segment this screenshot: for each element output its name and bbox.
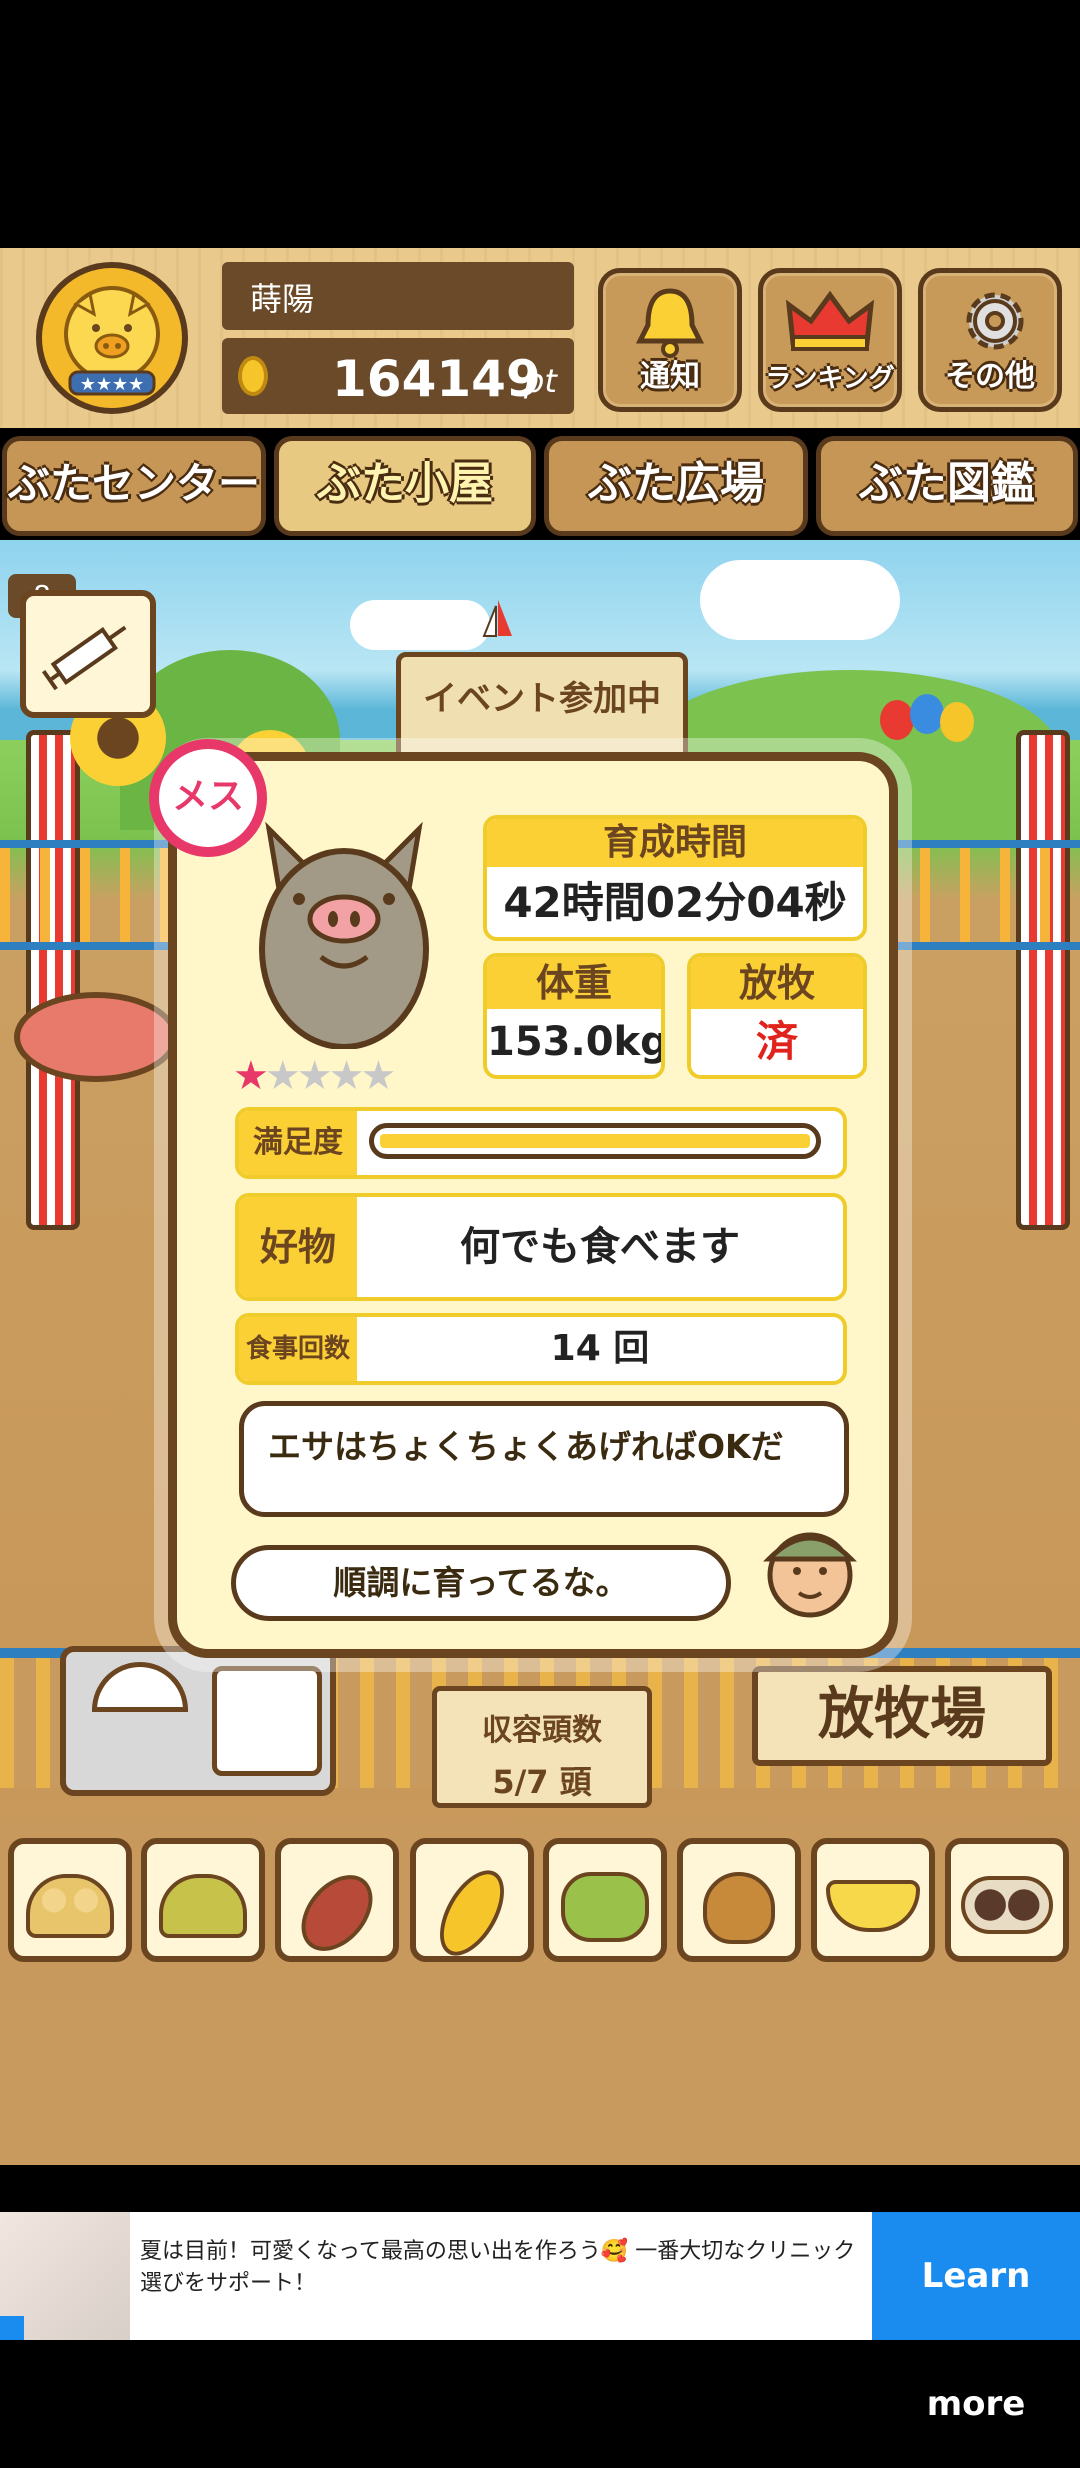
balloon [940,702,974,742]
food-slot[interactable] [8,1838,132,1962]
ad-text: 夏は目前！可愛くなって最高の思い出を作ろう🥰 一番大切なクリニック選びをサポート… [140,2239,856,2296]
weight-box: 体重 153.0kg [483,953,665,1079]
pig-portrait-icon [259,821,429,1049]
farmer-reply-bubble: 順調に育ってるな。 [231,1545,731,1621]
corn-icon [426,1859,518,1967]
satisfaction-gauge-fill [380,1134,810,1148]
acorn-icon [703,1872,775,1944]
fan-icon [212,1666,322,1776]
event-sign-label: イベント参加中 [423,679,661,719]
capacity-value: 5/7 頭 [492,1763,592,1801]
striped-pole [1016,730,1070,1230]
crown-icon [785,290,875,351]
pig-status-panel: メス ★★★★★ 育成時間 42時間02分04秒 体重 153.0kg 放牧 済… [149,739,898,1658]
growth-time-box: 育成時間 42時間02分04秒 [483,815,867,941]
capacity-label: 収容頭数 [482,1713,602,1748]
gender-label: メス [171,776,244,817]
tab-buta-center[interactable]: ぶたセンター [2,436,266,536]
farmer-comment-bubble: エサはちょくちょくあげればOKだ [239,1401,849,1517]
farmer-comment-1: エサはちょくちょくあげればOKだ [268,1427,784,1466]
capacity-sign: 収容頭数 5/7 頭 [432,1686,652,1808]
ad-banner[interactable]: 夏は目前！可愛くなって最高の思い出を作ろう🥰 一番大切なクリニック選びをサポート… [0,2212,1080,2424]
striped-pole [26,730,80,1230]
grazing-value: 済 [755,1017,798,1066]
mixed-grain-icon [159,1874,247,1938]
favorite-value: 何でも食べます [460,1224,740,1270]
settings-button[interactable]: その他 [918,268,1062,412]
player-name-plate: 蒔陽 [222,262,574,330]
tab-buta-hut[interactable]: ぶた小屋 [274,436,536,536]
tab-buta-plaza[interactable]: ぶた広場 [544,436,808,536]
balloon [880,700,914,740]
notify-label: 通知 [640,359,700,394]
satisfaction-row: 満足度 [235,1107,847,1179]
coin-icon [238,356,268,396]
syringe-icon [41,625,127,691]
notify-button[interactable]: 通知 [598,268,742,412]
food-slot[interactable] [410,1838,534,1967]
weighing-machine[interactable] [60,1646,336,1796]
cloud [700,560,900,640]
pig-rank-medal[interactable]: ★★★★ [36,262,188,414]
star-empty-icon: ★★★★ [264,1053,396,1099]
top-header: ★★★★ 蒔陽 164149 pt 通知 ランキング その他 [0,248,1080,428]
growth-time-label: 育成時間 [487,819,863,867]
cloud [350,600,490,650]
favorite-food-row: 好物 何でも食べます [235,1193,847,1301]
player-name: 蒔陽 [250,280,315,318]
grazing-label: 放牧 [691,957,863,1009]
scale-dial-icon [92,1662,188,1712]
balloon [910,694,944,734]
weight-label: 体重 [487,957,661,1009]
points-plate: 164149 pt [222,338,574,414]
tab-buta-encyclopedia[interactable]: ぶた図鑑 [816,436,1078,536]
grazing-box: 放牧 済 [687,953,867,1079]
feed-trough[interactable] [14,992,178,1082]
farmer-face-icon [763,1532,857,1618]
meals-label: 食事回数 [239,1317,357,1381]
gear-icon [966,292,1024,350]
sailboat-icon [482,600,512,637]
svg-text:★★★★: ★★★★ [80,374,145,395]
farmer-comment-2: 順調に育ってるな。 [333,1563,629,1602]
satisfaction-gauge-track [369,1123,821,1159]
soybeans-icon [26,1874,114,1938]
points-unit: pt [524,362,557,400]
ranking-label: ランキング [765,364,895,394]
rarity-stars: ★★★★★ [233,1053,396,1099]
settings-label: その他 [945,359,1035,394]
satisfaction-gauge [357,1111,843,1175]
pasture-button[interactable]: 放牧場 [752,1666,1052,1766]
ad-choices-icon[interactable] [0,2316,24,2340]
chocolate-ball-icon [961,1876,1053,1934]
food-slot[interactable] [543,1838,667,1962]
food-slot[interactable] [275,1838,399,1965]
favorite-label: 好物 [239,1197,357,1297]
ranking-button[interactable]: ランキング [758,268,902,412]
sweet-potato-icon [287,1861,387,1965]
syringe-button[interactable] [20,590,156,718]
pig-face-icon: ★★★★ [64,286,160,396]
pasture-label: 放牧場 [818,1682,986,1747]
food-slot[interactable] [141,1838,265,1962]
meal-count-row: 食事回数 14 回 [235,1313,847,1385]
meals-value: 14 回 [550,1328,650,1369]
bowl-grain-icon [826,1880,920,1932]
weight-value: 153.0kg [487,1019,665,1065]
ad-cta-button[interactable]: Learn more [872,2212,1080,2424]
star-filled-icon: ★ [233,1053,269,1099]
food-slot[interactable] [811,1838,935,1962]
points-value: 164149 [332,350,541,408]
satisfaction-label: 満足度 [239,1111,357,1175]
food-slot[interactable] [945,1838,1069,1962]
growth-time-value: 42時間02分04秒 [503,878,847,927]
green-beans-icon [561,1872,649,1942]
gender-badge: メス [149,739,267,857]
food-slot[interactable] [677,1838,801,1962]
